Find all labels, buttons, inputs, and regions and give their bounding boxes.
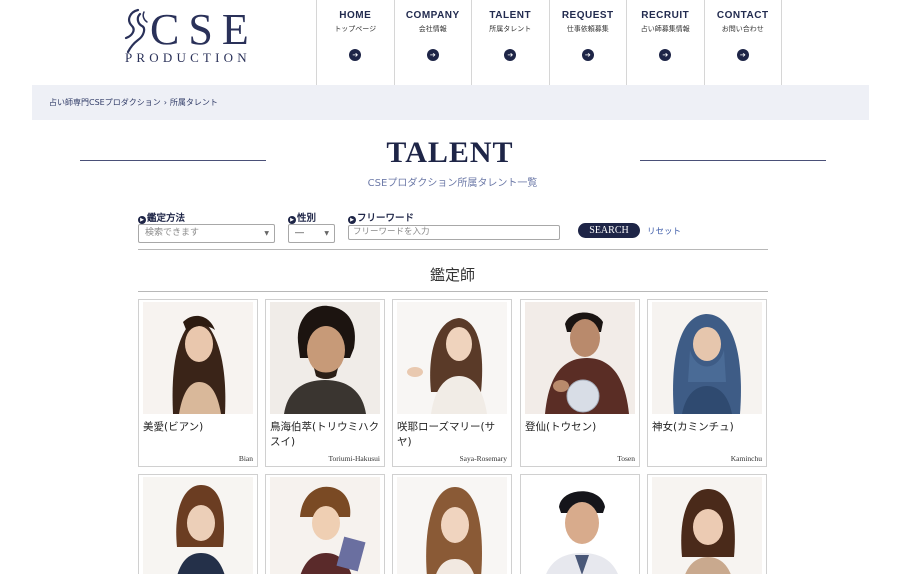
talent-card[interactable]: 美愛(ビアン) Bian	[138, 299, 258, 467]
arrow-right-icon: ➔	[581, 49, 594, 61]
talent-photo	[652, 302, 762, 414]
arrow-right-icon: ➔	[659, 49, 672, 61]
site-header: CSE PRODUCTION HOME トップページ ➔ COMPANY 会社情…	[0, 0, 900, 85]
site-logo[interactable]: CSE PRODUCTION	[120, 8, 275, 68]
talent-card[interactable]	[520, 474, 640, 574]
logo-wordmark: CSE	[150, 5, 258, 54]
portrait-image	[270, 477, 380, 574]
portrait-image	[652, 477, 762, 574]
section-title: 鑑定師	[429, 266, 475, 284]
talent-name-ja: 咲耶ローズマリー(サヤ)	[397, 421, 496, 448]
nav-label-en: HOME	[339, 10, 372, 21]
talent-name-en: Toriumi-Hakusui	[328, 454, 380, 463]
portrait-image	[652, 302, 762, 414]
talent-photo	[652, 477, 762, 574]
keyword-filter-label: ▶ フリーワード	[348, 210, 414, 224]
nav-item-recruit[interactable]: RECRUIT 占い師募集情報 ➔	[627, 0, 705, 85]
talent-photo	[525, 302, 635, 414]
talent-photo	[397, 477, 507, 574]
talent-photo	[525, 477, 635, 574]
talent-name-en: Kaminchu	[730, 454, 762, 463]
arrow-circle-icon: ▶	[288, 216, 296, 224]
nav-item-company[interactable]: COMPANY 会社情報 ➔	[395, 0, 472, 85]
gender-select[interactable]: ― ▼	[288, 224, 335, 243]
talent-name-ja: 神女(カミンチュ)	[652, 421, 734, 433]
portrait-image	[525, 477, 635, 574]
talent-name-en: Tosen	[617, 454, 635, 463]
arrow-right-icon: ➔	[504, 49, 517, 61]
gender-filter-label: ▶ 性別	[288, 210, 316, 224]
method-label-text: 鑑定方法	[147, 213, 186, 224]
keyword-label-text: フリーワード	[357, 213, 415, 224]
arrow-circle-icon: ▶	[348, 216, 356, 224]
arrow-circle-icon: ▶	[138, 216, 146, 224]
talent-photo	[397, 302, 507, 414]
talent-photo	[143, 302, 253, 414]
talent-name-ja: 登仙(トウセン)	[525, 421, 597, 433]
method-select[interactable]: 検索できます ▼	[138, 224, 275, 243]
global-nav: HOME トップページ ➔ COMPANY 会社情報 ➔ TALENT 所属タレ…	[316, 0, 782, 85]
portrait-image	[397, 477, 507, 574]
portrait-image	[270, 302, 380, 414]
talent-name-en: Bian	[238, 454, 253, 463]
chevron-down-icon: ▼	[324, 230, 329, 237]
talent-name-en: Saya-Rosemary	[459, 454, 508, 463]
gender-label-text: 性別	[297, 213, 317, 224]
portrait-image	[143, 302, 253, 414]
nav-item-request[interactable]: REQUEST 仕事依頼募集 ➔	[550, 0, 627, 85]
talent-card[interactable]	[265, 474, 385, 574]
nav-label-en: COMPANY	[405, 10, 460, 21]
nav-item-contact[interactable]: CONTACT お問い合わせ ➔	[705, 0, 782, 85]
nav-label-ja: トップページ	[334, 25, 377, 33]
nav-label-ja: 仕事依頼募集	[566, 25, 609, 33]
arrow-right-icon: ➔	[349, 49, 362, 61]
talent-card[interactable]	[647, 474, 767, 574]
method-select-placeholder: 検索できます	[145, 228, 200, 238]
talent-photo	[270, 302, 380, 414]
talent-card[interactable]: 登仙(トウセン) Tosen	[520, 299, 640, 467]
nav-label-ja: 所属タレント	[489, 25, 532, 33]
talent-photo	[143, 477, 253, 574]
portrait-image	[397, 302, 507, 414]
chevron-down-icon: ▼	[264, 230, 269, 237]
nav-label-en: CONTACT	[716, 10, 769, 21]
form-divider	[138, 249, 768, 250]
gender-select-value: ―	[295, 228, 304, 238]
talent-card[interactable]	[138, 474, 258, 574]
breadcrumb: 占い師専門CSEプロダクション › 所属タレント	[32, 85, 869, 120]
logo-subtext: PRODUCTION	[125, 50, 251, 65]
breadcrumb-separator: ›	[163, 98, 167, 107]
page-title: TALENT	[386, 136, 514, 169]
swirl-logo-icon	[124, 8, 148, 54]
talent-card[interactable]: 咲耶ローズマリー(サヤ) Saya-Rosemary	[392, 299, 512, 467]
nav-label-ja: お問い合わせ	[721, 25, 764, 33]
method-filter-label: ▶ 鑑定方法	[138, 210, 185, 224]
talent-name-ja: 美愛(ビアン)	[143, 421, 204, 433]
portrait-image	[525, 302, 635, 414]
talent-card[interactable]: 鳥海伯萃(トリウミハクスイ) Toriumi-Hakusui	[265, 299, 385, 467]
arrow-right-icon: ➔	[736, 49, 749, 61]
section-divider	[138, 291, 768, 292]
breadcrumb-current: 所属タレント	[169, 98, 218, 107]
nav-item-home[interactable]: HOME トップページ ➔	[317, 0, 395, 85]
arrow-right-icon: ➔	[426, 49, 439, 61]
talent-photo	[270, 477, 380, 574]
nav-label-en: TALENT	[489, 10, 532, 21]
nav-label-ja: 会社情報	[418, 25, 447, 33]
reset-link[interactable]: リセット	[647, 225, 681, 237]
nav-label-ja: 占い師募集情報	[640, 25, 690, 33]
talent-card[interactable]	[392, 474, 512, 574]
breadcrumb-home-link[interactable]: 占い師専門CSEプロダクション	[49, 98, 161, 107]
portrait-image	[143, 477, 253, 574]
talent-name-ja: 鳥海伯萃(トリウミハクスイ)	[270, 421, 380, 448]
talent-card[interactable]: 神女(カミンチュ) Kaminchu	[647, 299, 767, 467]
nav-label-en: RECRUIT	[641, 10, 690, 21]
page-subtitle: CSEプロダクション所属タレント一覧	[367, 178, 538, 189]
nav-item-talent[interactable]: TALENT 所属タレント ➔	[472, 0, 550, 85]
keyword-input-placeholder: フリーワードを入力	[353, 227, 430, 237]
nav-label-en: REQUEST	[561, 10, 614, 21]
keyword-input[interactable]: フリーワードを入力	[348, 225, 560, 240]
search-button[interactable]: SEARCH	[578, 223, 640, 238]
